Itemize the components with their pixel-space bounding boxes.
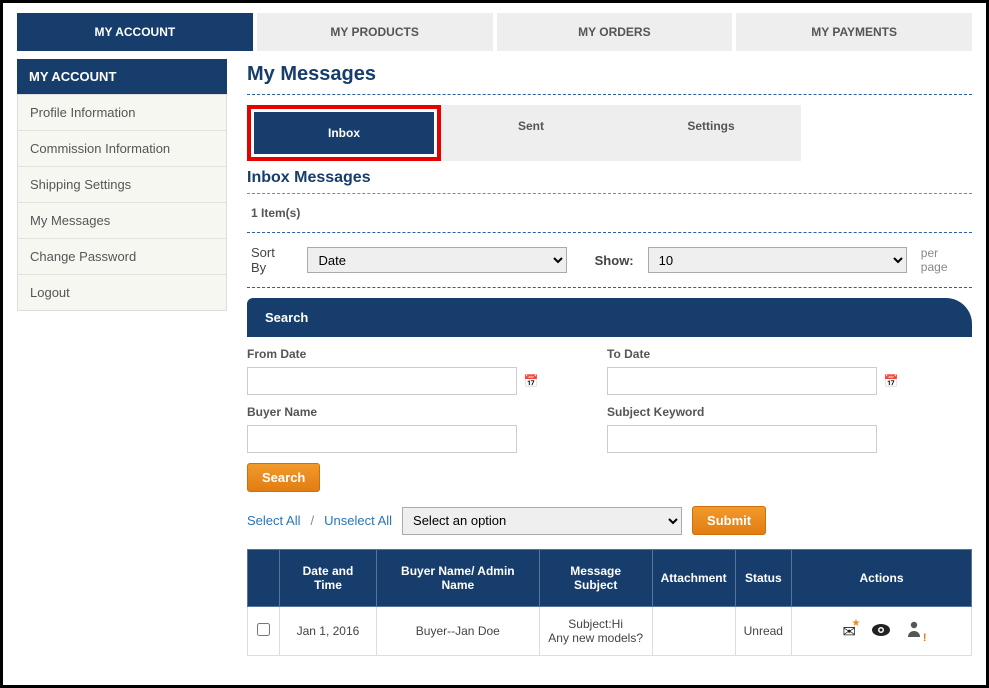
subtab-inbox[interactable]: Inbox — [254, 112, 434, 154]
bulk-action-select[interactable]: Select an option — [402, 507, 682, 535]
to-date-input[interactable] — [607, 367, 877, 395]
row-checkbox[interactable] — [257, 623, 270, 636]
main-content: My Messages Inbox Sent Settings Inbox Me… — [247, 59, 972, 656]
sidebar-item-profile-information[interactable]: Profile Information — [18, 95, 226, 131]
sidebar-item-commission-information[interactable]: Commission Information — [18, 131, 226, 167]
col-buyer: Buyer Name/ Admin Name — [376, 550, 539, 607]
select-all-link[interactable]: Select All — [247, 513, 300, 528]
sidebar-item-shipping-settings[interactable]: Shipping Settings — [18, 167, 226, 203]
highlighted-tab-frame: Inbox — [247, 105, 441, 161]
search-button[interactable]: Search — [247, 463, 320, 492]
sort-by-label: Sort By — [251, 245, 293, 275]
col-checkbox — [248, 550, 280, 607]
cell-subject: Subject:Hi Any new models? — [539, 607, 652, 656]
section-title: Inbox Messages — [247, 169, 972, 187]
page-title: My Messages — [247, 63, 972, 86]
from-date-label: From Date — [247, 347, 547, 361]
submit-button[interactable]: Submit — [692, 506, 766, 535]
buyer-name-input[interactable] — [247, 425, 517, 453]
tab-my-payments[interactable]: MY PAYMENTS — [736, 13, 972, 51]
subject-keyword-input[interactable] — [607, 425, 877, 453]
item-count: 1 Item(s) — [247, 200, 972, 226]
table-row: Jan 1, 2016 Buyer--Jan Doe Subject:Hi An… — [248, 607, 972, 656]
col-status: Status — [735, 550, 791, 607]
sidebar-item-change-password[interactable]: Change Password — [18, 239, 226, 275]
messages-table: Date and Time Buyer Name/ Admin Name Mes… — [247, 549, 972, 656]
person-alert-icon[interactable] — [907, 621, 921, 642]
cell-buyer: Buyer--Jan Doe — [376, 607, 539, 656]
calendar-icon[interactable]: 📅 — [523, 373, 539, 389]
show-label: Show: — [595, 253, 634, 268]
show-select[interactable]: 10 — [648, 247, 907, 273]
calendar-icon[interactable]: 📅 — [883, 373, 899, 389]
subtab-sent[interactable]: Sent — [441, 105, 621, 161]
sort-by-select[interactable]: Date — [307, 247, 566, 273]
from-date-input[interactable] — [247, 367, 517, 395]
tab-my-account[interactable]: MY ACCOUNT — [17, 13, 253, 51]
col-datetime: Date and Time — [280, 550, 377, 607]
sidebar-header: MY ACCOUNT — [17, 59, 227, 94]
subject-keyword-label: Subject Keyword — [607, 405, 907, 419]
col-subject: Message Subject — [539, 550, 652, 607]
cell-datetime: Jan 1, 2016 — [280, 607, 377, 656]
sidebar-item-my-messages[interactable]: My Messages — [18, 203, 226, 239]
buyer-name-label: Buyer Name — [247, 405, 547, 419]
search-panel-header: Search — [247, 298, 972, 337]
unselect-all-link[interactable]: Unselect All — [324, 513, 392, 528]
cell-actions: ✉ — [792, 607, 972, 656]
cell-status: Unread — [735, 607, 791, 656]
col-attachment: Attachment — [652, 550, 735, 607]
mail-icon[interactable]: ✉ — [842, 622, 855, 642]
sidebar-item-logout[interactable]: Logout — [18, 275, 226, 310]
eye-icon[interactable] — [871, 623, 891, 642]
sidebar: MY ACCOUNT Profile Information Commissio… — [17, 59, 227, 656]
subtab-settings[interactable]: Settings — [621, 105, 801, 161]
tab-my-orders[interactable]: MY ORDERS — [497, 13, 733, 51]
tab-my-products[interactable]: MY PRODUCTS — [257, 13, 493, 51]
top-nav: MY ACCOUNT MY PRODUCTS MY ORDERS MY PAYM… — [3, 3, 986, 51]
per-page-label: per page — [921, 246, 968, 274]
cell-attachment — [652, 607, 735, 656]
to-date-label: To Date — [607, 347, 907, 361]
col-actions: Actions — [792, 550, 972, 607]
